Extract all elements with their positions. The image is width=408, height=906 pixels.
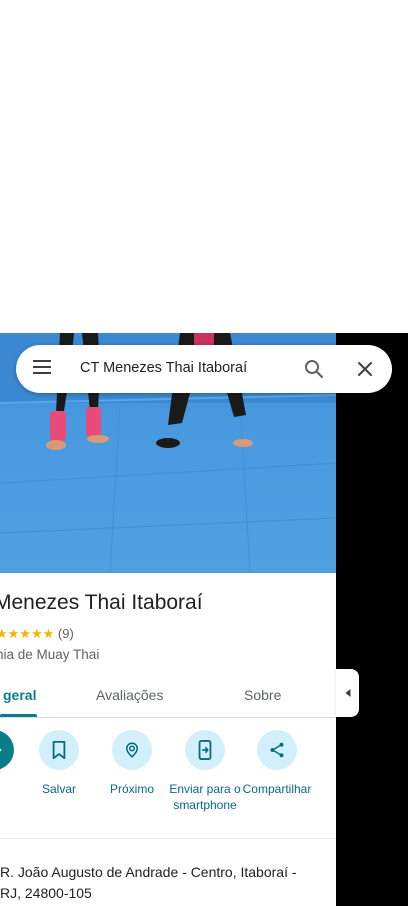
- place-address[interactable]: R. João Augusto de Andrade - Centro, Ita…: [0, 862, 320, 904]
- save-label: Salvar: [41, 782, 76, 796]
- bookmark-icon: [39, 730, 79, 770]
- tab-bar: geral Avaliações Sobre: [0, 673, 336, 718]
- tab-reviews[interactable]: Avaliações: [96, 687, 163, 703]
- caret-left-icon: [345, 689, 350, 697]
- place-category[interactable]: nia de Muay Thai: [0, 647, 99, 662]
- collapse-panel-button[interactable]: [336, 669, 359, 717]
- tab-about[interactable]: Sobre: [244, 687, 281, 703]
- directions-icon: [0, 730, 14, 770]
- tab-selected-indicator: [0, 714, 37, 717]
- close-icon[interactable]: [353, 357, 377, 381]
- nearby-button[interactable]: Próximo: [96, 730, 168, 797]
- action-bar: s Salvar Próximo Envi: [0, 730, 336, 830]
- section-divider: [0, 838, 336, 839]
- map-area[interactable]: [336, 333, 408, 906]
- search-bar[interactable]: CT Menezes Thai Itaboraí: [16, 345, 392, 393]
- rating-row[interactable]: ★★★★★ (9): [0, 626, 74, 642]
- nearby-label: Próximo: [109, 782, 154, 796]
- blank-area: [0, 0, 408, 333]
- rating-stars: ★★★★★: [0, 626, 55, 641]
- send-to-phone-button[interactable]: Enviar para o smartphone: [169, 730, 241, 813]
- send-to-phone-icon: [185, 730, 225, 770]
- rating-count[interactable]: (9): [58, 626, 74, 641]
- menu-icon[interactable]: [32, 359, 56, 379]
- send-to-phone-label: Enviar para o smartphone: [169, 782, 241, 812]
- share-button[interactable]: Compartilhar: [241, 730, 313, 797]
- share-label: Compartilhar: [242, 782, 312, 796]
- share-icon: [257, 730, 297, 770]
- tab-overview[interactable]: geral: [3, 687, 36, 703]
- place-title: Menezes Thai Itaboraí: [0, 591, 203, 614]
- place-panel: Menezes Thai Itaboraí ★★★★★ (9) nia de M…: [0, 333, 336, 906]
- search-input[interactable]: CT Menezes Thai Itaboraí: [80, 360, 247, 376]
- search-icon[interactable]: [302, 357, 326, 381]
- save-button[interactable]: Salvar: [23, 730, 95, 797]
- nearby-icon: [112, 730, 152, 770]
